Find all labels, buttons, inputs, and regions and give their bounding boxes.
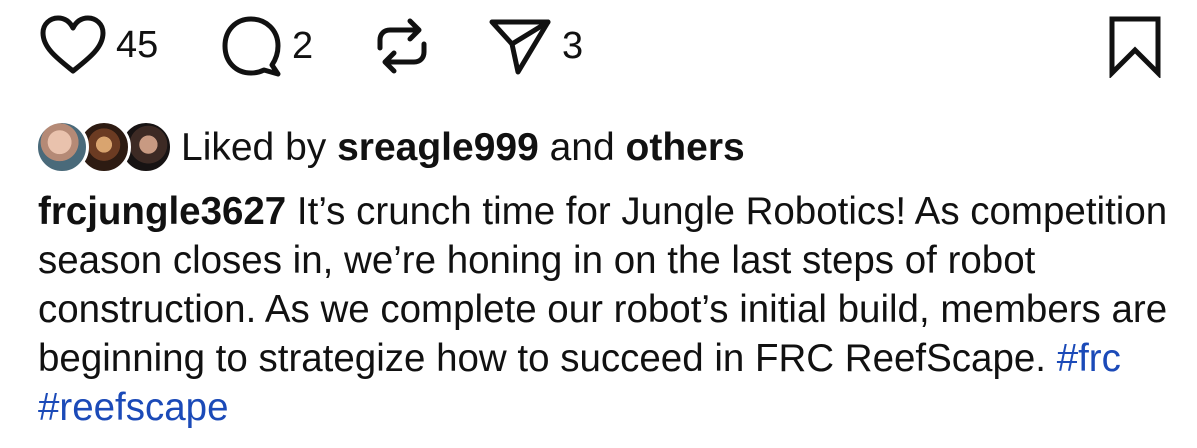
comment-button[interactable]: 2 — [220, 14, 313, 78]
liked-by-text: Liked by sreagle999 and others — [181, 128, 745, 167]
share-count: 3 — [562, 25, 584, 67]
liked-by-others-link[interactable]: others — [626, 126, 745, 169]
like-button[interactable]: 45 — [38, 14, 158, 76]
liked-by-row: Liked by sreagle999 and others — [35, 116, 745, 178]
repost-button[interactable] — [370, 14, 434, 78]
heart-icon — [38, 14, 108, 76]
post-caption: frcjungle3627 It’s crunch time for Jungl… — [38, 187, 1168, 432]
bookmark-icon — [1106, 14, 1164, 78]
hashtag-link[interactable]: #reefscape — [38, 386, 229, 429]
like-count: 45 — [116, 24, 159, 66]
liked-by-prefix: Liked by — [181, 125, 338, 169]
hashtag-link[interactable]: #frc — [1057, 337, 1121, 380]
liked-by-user-link[interactable]: sreagle999 — [337, 126, 539, 169]
repost-arrows-icon — [370, 14, 434, 78]
post-action-bar: 45 2 3 — [0, 0, 1197, 100]
avatar — [35, 120, 89, 174]
liked-by-and: and — [538, 125, 626, 169]
speech-bubble-icon — [220, 14, 284, 78]
save-button[interactable] — [1106, 14, 1164, 78]
paper-plane-icon — [486, 14, 554, 78]
caption-username-link[interactable]: frcjungle3627 — [38, 190, 286, 233]
comment-count: 2 — [292, 25, 314, 67]
liker-avatars[interactable] — [35, 118, 173, 176]
share-button[interactable]: 3 — [486, 14, 583, 78]
